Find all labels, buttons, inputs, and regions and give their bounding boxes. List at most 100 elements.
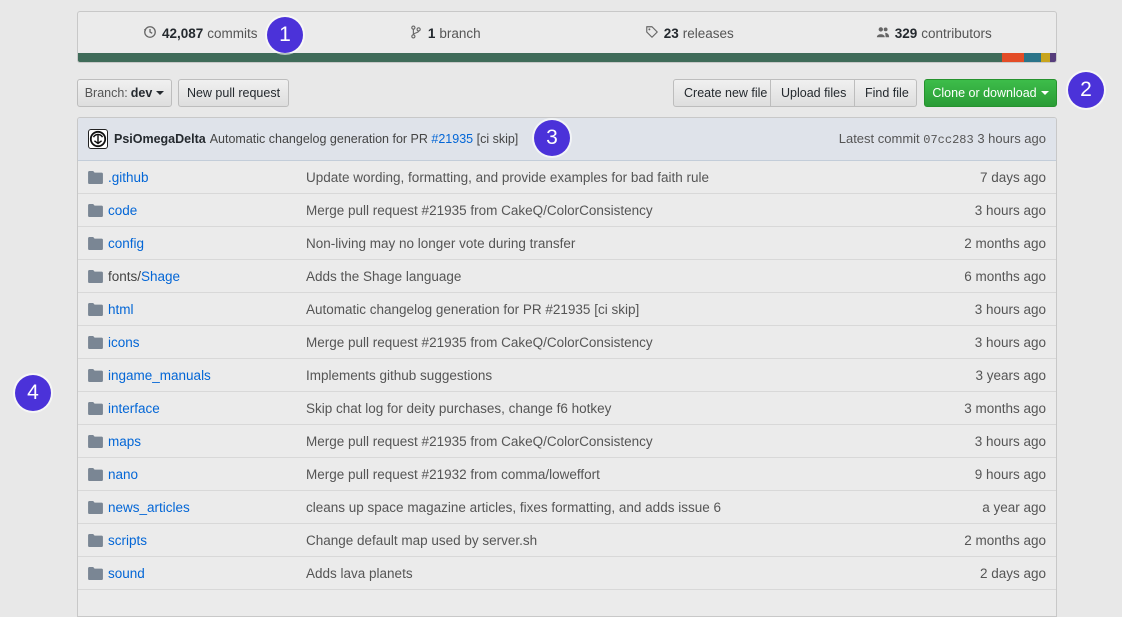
file-commit-message[interactable]: Non-living may no longer vote during tra…: [306, 236, 916, 251]
commit-pr-link[interactable]: #21935: [431, 132, 473, 146]
file-age: 3 months ago: [964, 400, 1046, 416]
table-row: sound Adds lava planets 2 days ago: [78, 557, 1056, 590]
commit-message[interactable]: Automatic changelog generation for PR #2…: [210, 132, 519, 146]
upload-files-button[interactable]: Upload files: [771, 79, 855, 107]
tag-icon: [645, 25, 659, 42]
file-name-link[interactable]: news_articles: [108, 500, 306, 515]
releases-label: releases: [682, 25, 734, 41]
file-commit-message[interactable]: Merge pull request #21935 from CakeQ/Col…: [306, 203, 916, 218]
file-name-link[interactable]: icons: [108, 335, 306, 350]
folder-icon: [78, 269, 108, 283]
language-bar[interactable]: [78, 53, 1056, 62]
folder-icon: [78, 401, 108, 415]
create-new-file-button[interactable]: Create new file: [673, 79, 771, 107]
file-commit-message[interactable]: Change default map used by server.sh: [306, 533, 916, 548]
file-commit-message[interactable]: Implements github suggestions: [306, 368, 916, 383]
file-commit-message[interactable]: Merge pull request #21935 from CakeQ/Col…: [306, 434, 916, 449]
folder-icon: [78, 434, 108, 448]
file-name-link[interactable]: ingame_manuals: [108, 368, 306, 383]
file-age: 9 hours ago: [974, 466, 1046, 482]
releases-link[interactable]: 23 releases: [567, 25, 812, 42]
language-bar-segment[interactable]: [1023, 53, 1042, 62]
find-file-button[interactable]: Find file: [855, 79, 917, 107]
summary-row: 42,087 commits 1 branch 23 releases 329 …: [78, 12, 1056, 54]
file-commit-message[interactable]: Merge pull request #21932 from comma/low…: [306, 467, 916, 482]
file-name-prefix[interactable]: fonts/: [108, 269, 141, 284]
clone-or-download-label: Clone or download: [932, 86, 1037, 100]
file-name-link[interactable]: scripts: [108, 533, 306, 548]
contributors-label: contributors: [921, 25, 992, 41]
contributors-link[interactable]: 329 contributors: [812, 25, 1057, 42]
file-name-link[interactable]: maps: [108, 434, 306, 449]
avatar[interactable]: [88, 129, 108, 149]
file-name[interactable]: html: [108, 302, 134, 317]
table-row: code Merge pull request #21935 from CakeQ…: [78, 194, 1056, 227]
file-commit-message[interactable]: Adds lava planets: [306, 566, 916, 581]
latest-commit-info: Latest commit 07cc283 3 hours ago: [839, 131, 1046, 147]
commit-message-suffix: [ci skip]: [476, 132, 519, 146]
file-name-link[interactable]: html: [108, 302, 306, 317]
file-name[interactable]: interface: [108, 401, 160, 416]
folder-icon: [78, 467, 108, 481]
language-bar-segment[interactable]: [1050, 53, 1056, 62]
file-name[interactable]: sound: [108, 566, 145, 581]
commit-author-link[interactable]: PsiOmegaDelta: [114, 132, 206, 146]
file-name[interactable]: Shage: [141, 269, 180, 284]
file-commit-message[interactable]: Merge pull request #21935 from CakeQ/Col…: [306, 335, 916, 350]
file-actions-group: Create new file Upload files Find file: [673, 79, 917, 107]
branch-select-name: dev: [130, 86, 153, 100]
file-list: .github Update wording, formatting, and p…: [78, 161, 1056, 590]
table-row: icons Merge pull request #21935 from Cake…: [78, 326, 1056, 359]
file-name-link[interactable]: interface: [108, 401, 306, 416]
file-age: 3 years ago: [975, 367, 1046, 383]
file-name[interactable]: icons: [108, 335, 140, 350]
file-name-link[interactable]: sound: [108, 566, 306, 581]
commit-age: 3 hours ago: [977, 131, 1046, 146]
folder-icon: [78, 566, 108, 580]
file-age: 3 hours ago: [974, 334, 1046, 350]
annotation-badge-1: 1: [267, 17, 303, 53]
table-row: scripts Change default map used by server…: [78, 524, 1056, 557]
file-name[interactable]: .github: [108, 170, 149, 185]
table-row: html Automatic changelog generation for P…: [78, 293, 1056, 326]
file-commit-message[interactable]: Skip chat log for deity purchases, chang…: [306, 401, 916, 416]
file-commit-message[interactable]: Automatic changelog generation for PR #2…: [306, 302, 916, 317]
file-commit-message[interactable]: Adds the Shage language: [306, 269, 916, 284]
language-bar-segment[interactable]: [1041, 53, 1051, 62]
table-row: maps Merge pull request #21935 from CakeQ…: [78, 425, 1056, 458]
language-bar-segment[interactable]: [78, 53, 1003, 62]
branch-icon: [409, 24, 423, 42]
file-name[interactable]: scripts: [108, 533, 147, 548]
table-row: config Non-living may no longer vote duri…: [78, 227, 1056, 260]
contributors-count: 329: [894, 25, 918, 41]
file-name-link[interactable]: config: [108, 236, 306, 251]
clone-or-download-button[interactable]: Clone or download: [924, 79, 1057, 107]
file-name[interactable]: code: [108, 203, 137, 218]
file-name-link[interactable]: nano: [108, 467, 306, 482]
folder-icon: [78, 368, 108, 382]
commit-sha-link[interactable]: 07cc283: [923, 133, 973, 147]
file-name[interactable]: news_articles: [108, 500, 190, 515]
folder-icon: [78, 500, 108, 514]
releases-count: 23: [663, 25, 679, 41]
file-name[interactable]: nano: [108, 467, 138, 482]
file-name-link[interactable]: fonts/Shage: [108, 269, 306, 284]
folder-icon: [78, 302, 108, 316]
branches-link[interactable]: 1 branch: [323, 24, 568, 42]
file-name[interactable]: maps: [108, 434, 141, 449]
annotation-badge-3: 3: [534, 120, 570, 156]
branches-label: branch: [439, 25, 481, 41]
language-bar-segment[interactable]: [1002, 53, 1024, 62]
file-name-link[interactable]: code: [108, 203, 306, 218]
file-commit-message[interactable]: Update wording, formatting, and provide …: [306, 170, 916, 185]
table-row: news_articles cleans up space magazine ar…: [78, 491, 1056, 524]
file-name[interactable]: config: [108, 236, 144, 251]
new-pull-request-button[interactable]: New pull request: [178, 79, 289, 107]
branch-select-button[interactable]: Branch: dev: [77, 79, 172, 107]
file-age: 3 hours ago: [974, 301, 1046, 317]
file-commit-message[interactable]: cleans up space magazine articles, fixes…: [306, 500, 916, 515]
file-name[interactable]: ingame_manuals: [108, 368, 211, 383]
repo-summary-bar: 42,087 commits 1 branch 23 releases 329 …: [77, 11, 1057, 63]
table-row: fonts/Shage Adds the Shage language 6 mont…: [78, 260, 1056, 293]
file-name-link[interactable]: .github: [108, 170, 306, 185]
